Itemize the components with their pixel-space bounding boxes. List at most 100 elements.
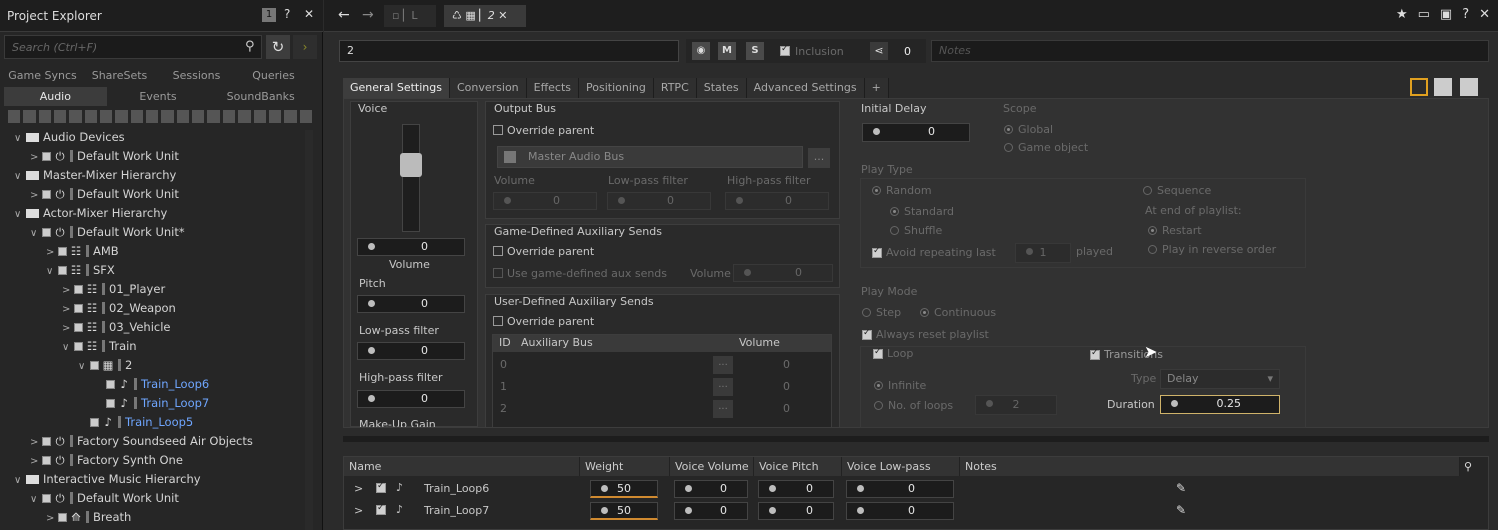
slider-knob[interactable] xyxy=(986,400,993,407)
col-header[interactable]: Voice Volume xyxy=(670,457,754,476)
slider-knob[interactable] xyxy=(857,507,864,514)
pitch-value[interactable]: 0 xyxy=(357,295,465,313)
transitions-checkbox[interactable] xyxy=(1090,348,1100,360)
chevron-down-icon[interactable]: ∨ xyxy=(14,129,26,148)
include-checkbox[interactable] xyxy=(42,437,51,446)
toolbar-tool-icon[interactable] xyxy=(115,110,128,123)
col-header[interactable]: Voice Pitch xyxy=(754,457,842,476)
toolbar-tool-icon[interactable] xyxy=(192,110,205,123)
tab-conversion[interactable]: Conversion xyxy=(449,78,527,98)
include-checkbox[interactable] xyxy=(74,304,83,313)
pencil-icon[interactable]: ✎ xyxy=(1176,503,1186,517)
chevron-down-icon[interactable]: ∨ xyxy=(46,262,58,281)
slider-knob[interactable] xyxy=(769,485,776,492)
tab-history-1[interactable]: ▫ ▏L xyxy=(384,5,436,27)
volume-value[interactable]: 0 xyxy=(357,238,465,256)
tab-rtpc[interactable]: RTPC xyxy=(653,78,697,98)
scope-global-radio[interactable] xyxy=(1004,125,1013,134)
chevron-right-icon[interactable]: > xyxy=(62,281,74,300)
weight-value[interactable]: 50 xyxy=(590,480,658,498)
toolbar-tool-icon[interactable] xyxy=(146,110,159,123)
chevron-down-icon[interactable]: ∨ xyxy=(14,205,26,224)
toolbar-tool-icon[interactable] xyxy=(253,110,266,123)
include-checkbox[interactable] xyxy=(58,247,67,256)
slider-knob[interactable] xyxy=(368,347,375,354)
include-checkbox[interactable] xyxy=(376,481,386,493)
table-row[interactable]: >♪Train_Loop750000✎ xyxy=(344,500,1464,522)
tab-events[interactable]: Events xyxy=(107,87,210,106)
tab-states[interactable]: States xyxy=(696,78,747,98)
voice-pitch-value[interactable]: 0 xyxy=(758,480,834,498)
standard-radio[interactable] xyxy=(890,207,899,216)
chevron-right-icon[interactable]: > xyxy=(30,148,42,167)
toolbar-tool-icon[interactable] xyxy=(161,110,174,123)
ob-volume-value[interactable]: 0 xyxy=(493,192,597,210)
include-checkbox[interactable] xyxy=(42,190,51,199)
tab-soundbanks[interactable]: SoundBanks xyxy=(209,87,312,106)
chevron-down-icon[interactable]: ∨ xyxy=(14,167,26,186)
udas-row-volume[interactable]: 0 xyxy=(783,358,790,371)
tree-item[interactable]: ∨ ⏻ Default Work Unit xyxy=(30,489,179,508)
toolbar-tool-icon[interactable] xyxy=(268,110,282,123)
forward-icon[interactable]: → xyxy=(362,7,374,23)
favorite-icon[interactable]: ★ xyxy=(1396,7,1408,22)
tree-item[interactable]: > ☷ 01_Player xyxy=(62,280,165,299)
include-checkbox[interactable] xyxy=(58,266,67,275)
notes-field[interactable]: Notes xyxy=(931,40,1489,62)
chevron-down-icon[interactable]: ∨ xyxy=(30,490,42,509)
toolbar-tool-icon[interactable] xyxy=(38,110,52,123)
toolbar-tool-icon[interactable] xyxy=(8,110,21,123)
tree-item[interactable]: ∨ Audio Devices xyxy=(14,128,125,147)
udas-row-volume[interactable]: 0 xyxy=(783,402,790,415)
transition-type-select[interactable]: Delay ▾ xyxy=(1160,369,1280,389)
tab-positioning[interactable]: Positioning xyxy=(579,78,654,98)
slider-knob[interactable] xyxy=(618,197,625,204)
gdas-volume-value[interactable]: 0 xyxy=(733,264,833,282)
output-bus-browse[interactable]: ... xyxy=(808,148,830,168)
col-header[interactable]: Voice Low-pass Filter xyxy=(842,457,960,492)
tab-general-settings[interactable]: General Settings xyxy=(343,78,450,98)
chevron-down-icon[interactable]: ∨ xyxy=(62,338,74,357)
toolbar-tool-icon[interactable] xyxy=(222,110,236,123)
include-checkbox[interactable] xyxy=(58,513,67,522)
slider-knob[interactable] xyxy=(685,507,692,514)
toolbar-tool-icon[interactable] xyxy=(100,110,113,123)
voice-volume-value[interactable]: 0 xyxy=(674,502,748,520)
tab-history-2[interactable]: ♺ ▦ ▏2 ✕ xyxy=(444,5,526,27)
always-reset-checkbox[interactable] xyxy=(862,328,872,340)
udas-bus-browse[interactable]: ... xyxy=(713,400,733,418)
tree-item[interactable]: ∨ ☷ SFX xyxy=(46,261,115,280)
tab-effects[interactable]: Effects xyxy=(526,78,580,98)
tree-item[interactable]: ∨ ⏻ Default Work Unit* xyxy=(30,223,185,242)
tree-item[interactable]: > ⏻ Default Work Unit xyxy=(30,147,179,166)
close-icon[interactable]: ✕ xyxy=(498,9,507,22)
sync-icon[interactable]: ↻ xyxy=(266,35,290,59)
slider-knob[interactable] xyxy=(769,507,776,514)
toolbar-tool-icon[interactable] xyxy=(69,110,82,123)
include-checkbox[interactable] xyxy=(90,418,99,427)
tree-item[interactable]: > ⏻ Default Work Unit xyxy=(30,185,179,204)
ob-lpf-value[interactable]: 0 xyxy=(607,192,711,210)
slider-knob[interactable] xyxy=(601,485,608,492)
voice-pitch-value[interactable]: 0 xyxy=(758,502,834,520)
toolbar-tool-icon[interactable] xyxy=(54,110,67,123)
sequence-radio[interactable] xyxy=(1143,186,1152,195)
voice-volume-value[interactable]: 0 xyxy=(674,480,748,498)
restart-radio[interactable] xyxy=(1148,226,1157,235)
toolbar-tool-icon[interactable] xyxy=(84,110,98,123)
chevron-right-icon[interactable]: > xyxy=(46,243,58,262)
lpf-value[interactable]: 0 xyxy=(357,342,465,360)
tree-item[interactable]: > ☷ 02_Weapon xyxy=(62,299,176,318)
toolbar-tool-icon[interactable] xyxy=(299,110,312,123)
help-icon[interactable]: ? xyxy=(1462,7,1469,22)
toolbar-tool-icon[interactable] xyxy=(238,110,251,123)
tree-item[interactable]: > ☷ AMB xyxy=(46,242,119,261)
shuffle-radio[interactable] xyxy=(890,226,899,235)
tree-item[interactable]: > ☷ 03_Vehicle xyxy=(62,318,171,337)
slider-knob[interactable] xyxy=(504,197,511,204)
layout-split-icon[interactable] xyxy=(1434,78,1452,96)
tree-item[interactable]: ∨ Actor-Mixer Hierarchy xyxy=(14,204,167,223)
back-icon[interactable]: ← xyxy=(338,7,350,23)
include-checkbox[interactable] xyxy=(376,503,386,515)
voice-lpf-value[interactable]: 0 xyxy=(846,480,954,498)
